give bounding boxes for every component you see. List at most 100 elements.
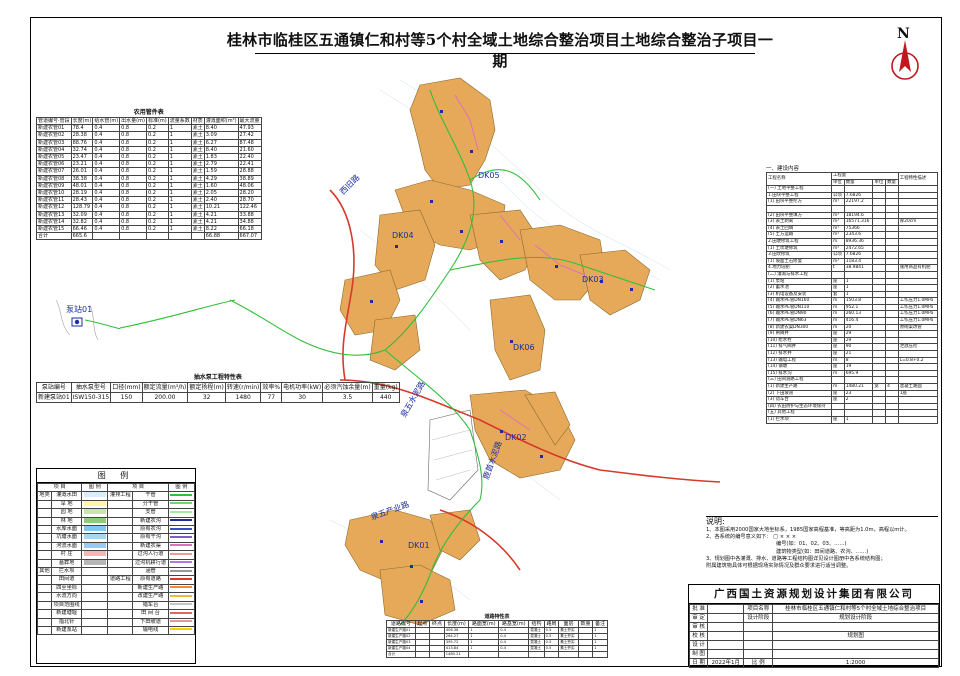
pipe-cell: 32.09 [70, 210, 94, 219]
pipe-cell: 0.8 [119, 167, 147, 176]
pump-table-title: 抽水泵工程特性表 [193, 374, 242, 381]
legend-row: 项目范围线 错车台 [37, 600, 196, 611]
qty-cell [885, 330, 899, 338]
pipe-cell: 0.4 [92, 138, 121, 147]
qty-cell: 29 [843, 330, 874, 338]
pump-cell: 440 [371, 392, 400, 403]
code-legend-a: 编号(如：01、02、03、……) [776, 541, 847, 548]
qty-cell: 260.13 [843, 310, 874, 319]
pipe-cell: 23.47 [70, 153, 94, 162]
qty-cell [897, 376, 939, 384]
qty-cell: 1503.8 [843, 297, 874, 305]
qty-cell [885, 277, 899, 286]
table-row: (11) 排气阀井座 90 泄放压检 [765, 343, 939, 352]
pipe-cell: 素土 [190, 210, 205, 219]
pipe-cell: 0.2 [145, 196, 169, 205]
pipe-cell: 1 [167, 210, 192, 219]
qty-cell [885, 257, 899, 266]
qty-cell: 4.地力培肥 [765, 264, 833, 272]
pipe-cell: 素土 [190, 181, 205, 191]
pump-header: 泵站编号 [36, 382, 72, 393]
pipe-cell: 23.21 [70, 160, 94, 169]
legend-line-swatch [170, 569, 193, 572]
qty-cell: 29 [843, 336, 874, 345]
legend-item-label-2: 新建生产路 [132, 583, 169, 594]
qty-cell [872, 244, 887, 253]
road-header: 长度(m) [443, 619, 470, 629]
legend-swatch [83, 526, 106, 532]
pipe-cell: 28.70 [237, 196, 262, 205]
pipe-cell: 素土 [190, 131, 205, 140]
qty-cell: (3) 表土剥离 [765, 218, 833, 226]
qty-cell [885, 402, 899, 411]
qty-cell [885, 389, 899, 398]
table-row: 新建农管02 28.38 0.4 0.8 0.2 1 素土 3.09 27.42 [36, 131, 262, 140]
title-block-cell: 1:2000 [772, 658, 939, 668]
pipe-cell: 26.01 [70, 167, 94, 176]
qty-cell: 工作压力1.0MPa [897, 297, 939, 305]
qty-cell [885, 270, 899, 279]
pump-header: 重量(kg) [371, 382, 400, 393]
qty-cell: (14) 镇墩 [765, 363, 833, 371]
legend-item-label-2: 下田坡道 [132, 617, 169, 627]
title-block-cell [707, 649, 745, 659]
legend-line-swatch [170, 535, 193, 538]
qty-cell [897, 277, 939, 286]
pipe-cell: 新建农管15 [36, 225, 72, 234]
title-block-cell [707, 622, 745, 632]
table-row: 新建农管11 28.43 0.4 0.8 0.2 1 素土 2.40 28.70 [36, 196, 262, 205]
qty-cell [897, 224, 939, 233]
zone-label-dk02: DK02 [505, 433, 527, 442]
pipe-header: 标准(m) [145, 116, 169, 126]
pipe-cell: 0.4 [92, 145, 121, 155]
pipe-cell: 1.60 [203, 181, 239, 191]
pipe-cell: 0.4 [92, 160, 121, 169]
qty-cell: (1) 田块平整挖方 [765, 198, 833, 206]
pump-cell: 150 [110, 392, 143, 403]
zone-label-dk06: DK06 [513, 343, 535, 352]
qty-header-amount: 数量 [843, 178, 874, 187]
legend-symbol [81, 625, 109, 636]
note-line-4: 附属建筑物具体可根据现场实际情况及群众要求进行适当调整。 [706, 563, 852, 570]
legend-item-label: 指北针 [50, 617, 83, 627]
legend-row: 河流水面 新建农渠 [37, 541, 196, 552]
qty-cell: m [831, 303, 845, 312]
qty-cell: 1183.4 [843, 257, 874, 266]
pipe-cell: 48.06 [237, 181, 262, 191]
pipe-cell: 素土 [190, 138, 205, 147]
pipe-cell: 0.2 [145, 189, 169, 198]
qty-cell: 套 [831, 290, 845, 299]
qty-cell: m [831, 369, 845, 378]
pipe-cell: 新建农管11 [36, 196, 72, 205]
legend-row: 水流方向 改建生产路 [37, 592, 196, 602]
pipe-cell: 0.4 [92, 225, 121, 234]
qty-cell: 22197.2 [843, 198, 874, 206]
pipe-header: 灌溉面积(m²) [203, 116, 239, 126]
legend-row: 园 地 支管 [37, 508, 196, 518]
pump-station-label: 泵站01 [66, 304, 92, 314]
pipe-cell: 新建农管09 [36, 181, 72, 191]
pipe-cell: 88.76 [70, 138, 94, 147]
table-row: (2) 蓄水池座 1 [765, 284, 939, 292]
table-row: (10) 给水栓座 29 [765, 336, 939, 345]
road-header: 道路编号 [386, 619, 416, 629]
qty-cell: 座 [831, 350, 845, 358]
qty-cell: m [831, 310, 845, 319]
title-block-cell: 桂林市临桂区五通镇仁和村等5个村全域土地综合整治项目 [772, 604, 939, 614]
title-block-cell: 批 准 [688, 604, 709, 614]
legend-row: 坑塘水面 原有干沟 [37, 533, 196, 543]
pipe-cell: 素土 [190, 145, 205, 155]
qty-cell [897, 244, 939, 253]
legend-swatch [83, 501, 106, 506]
qty-header-unit-2: 单位 [872, 178, 887, 187]
qty-cell: 座 [831, 415, 845, 424]
legend-line-swatch [170, 594, 193, 597]
qty-cell: 952.1 [843, 303, 874, 312]
table-row: (7) 输水PE管DN63 m 416.4 工作压力1.0MPa [765, 317, 939, 325]
title-block-cell [772, 640, 939, 650]
legend-row: 村 庄 过沟人行道 [37, 550, 196, 560]
qty-cell: (1) 拦水坝 [765, 415, 833, 424]
legend-header-item-2: 项 目 [107, 482, 169, 493]
pipe-cell: 0.2 [145, 145, 169, 155]
title-block-cell: 设计阶段 [743, 613, 774, 623]
